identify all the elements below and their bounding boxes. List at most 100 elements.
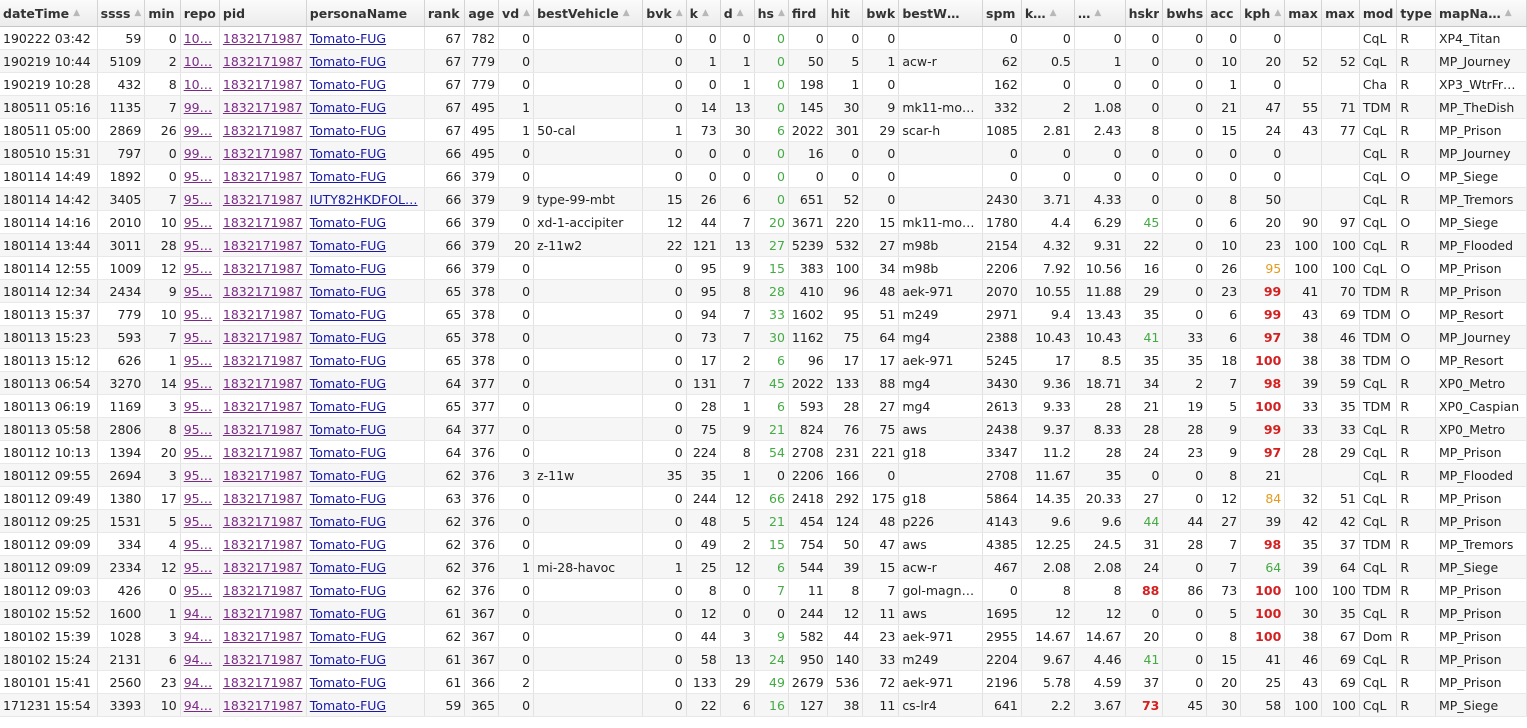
cell-pid[interactable]: 1832171987 (219, 118, 307, 142)
column-header-rank[interactable]: rank (424, 0, 466, 27)
cell-repo[interactable]: 95… (180, 440, 220, 464)
cell-pid[interactable]: 1832171987 (219, 486, 307, 510)
cell-pid[interactable]: 1832171987 (219, 141, 307, 165)
cell-personaName[interactable]: Tomato-FUG (306, 72, 425, 96)
cell-repo[interactable]: 99… (180, 95, 220, 119)
cell-repo[interactable]: 99… (180, 118, 220, 142)
table-row[interactable]: 190222 03:42 59 0 10… 1832171987 Tomato-FUG 67… (0, 26, 1527, 50)
table-row[interactable]: 180112 09:55 2694 3 95… 1832171987 Tomato-FUG… (0, 463, 1527, 487)
column-header-personaName[interactable]: personaName (306, 0, 425, 27)
cell-repo[interactable]: 95… (180, 256, 220, 280)
cell-repo[interactable]: 95… (180, 233, 220, 257)
column-header-hit[interactable]: hit (827, 0, 864, 27)
cell-pid[interactable]: 1832171987 (219, 440, 307, 464)
cell-personaName[interactable]: Tomato-FUG (306, 279, 425, 303)
table-row[interactable]: 180102 15:24 2131 6 94… 1832171987 Tomato-FUG… (0, 647, 1527, 671)
column-header-mod[interactable]: mod (1359, 0, 1398, 27)
cell-pid[interactable]: 1832171987 (219, 72, 307, 96)
cell-pid[interactable]: 1832171987 (219, 417, 307, 441)
cell-repo[interactable]: 94… (180, 624, 220, 648)
table-row[interactable]: 180113 15:23 593 7 95… 1832171987 Tomato-FUG 6… (0, 325, 1527, 349)
cell-personaName[interactable]: Tomato-FUG (306, 49, 425, 73)
cell-personaName[interactable]: Tomato-FUG (306, 325, 425, 349)
cell-pid[interactable]: 1832171987 (219, 601, 307, 625)
cell-pid[interactable]: 1832171987 (219, 325, 307, 349)
cell-pid[interactable]: 1832171987 (219, 49, 307, 73)
cell-personaName[interactable]: Tomato-FUG (306, 95, 425, 119)
sort-arrow-icon[interactable]: ▲ (676, 8, 683, 18)
table-row[interactable]: 180112 09:03 426 0 95… 1832171987 Tomato-FUG 6… (0, 578, 1527, 602)
table-row[interactable]: 180114 14:16 2010 10 95… 1832171987 Tomato-FU… (0, 210, 1527, 234)
cell-repo[interactable]: 99… (180, 141, 220, 165)
cell-pid[interactable]: 1832171987 (219, 578, 307, 602)
column-header-repo[interactable]: repo (180, 0, 220, 27)
cell-pid[interactable]: 1832171987 (219, 95, 307, 119)
table-row[interactable]: 180112 09:49 1380 17 95… 1832171987 Tomato-FU… (0, 486, 1527, 510)
cell-repo[interactable]: 10… (180, 72, 220, 96)
cell-personaName[interactable]: IUTY82HKDFOL… (306, 187, 425, 211)
cell-personaName[interactable]: Tomato-FUG (306, 417, 425, 441)
cell-pid[interactable]: 1832171987 (219, 693, 307, 717)
cell-repo[interactable]: 95… (180, 210, 220, 234)
cell-personaName[interactable]: Tomato-FUG (306, 509, 425, 533)
cell-pid[interactable]: 1832171987 (219, 647, 307, 671)
cell-repo[interactable]: 95… (180, 325, 220, 349)
cell-personaName[interactable]: Tomato-FUG (306, 233, 425, 257)
column-header-max1[interactable]: max (1284, 0, 1323, 27)
column-header-hs[interactable]: hs ▲ (754, 0, 789, 27)
cell-personaName[interactable]: Tomato-FUG (306, 463, 425, 487)
cell-repo[interactable]: 95… (180, 394, 220, 418)
cell-personaName[interactable]: Tomato-FUG (306, 164, 425, 188)
table-row[interactable]: 180113 06:54 3270 14 95… 1832171987 Tomato-FU… (0, 371, 1527, 395)
cell-personaName[interactable]: Tomato-FUG (306, 440, 425, 464)
sort-arrow-icon[interactable]: ▲ (623, 8, 630, 18)
table-row[interactable]: 180112 09:09 334 4 95… 1832171987 Tomato-FUG 6… (0, 532, 1527, 556)
sort-arrow-icon[interactable]: ▲ (1050, 8, 1057, 18)
column-header-type[interactable]: type (1396, 0, 1436, 27)
column-header-hskr[interactable]: hskr (1125, 0, 1164, 27)
cell-personaName[interactable]: Tomato-FUG (306, 486, 425, 510)
cell-personaName[interactable]: Tomato-FUG (306, 394, 425, 418)
cell-personaName[interactable]: Tomato-FUG (306, 578, 425, 602)
table-row[interactable]: 180511 05:00 2869 26 99… 1832171987 Tomato-FU… (0, 118, 1527, 142)
cell-pid[interactable]: 1832171987 (219, 509, 307, 533)
sort-arrow-icon[interactable]: ▲ (523, 8, 530, 18)
cell-pid[interactable]: 1832171987 (219, 371, 307, 395)
column-header-vd[interactable]: vd ▲ (498, 0, 535, 27)
table-row[interactable]: 180114 14:49 1892 0 95… 1832171987 Tomato-FUG… (0, 164, 1527, 188)
table-row[interactable]: 180113 15:37 779 10 95… 1832171987 Tomato-FUG… (0, 302, 1527, 326)
column-header-acc[interactable]: acc (1206, 0, 1242, 27)
cell-pid[interactable]: 1832171987 (219, 279, 307, 303)
cell-repo[interactable]: 95… (180, 555, 220, 579)
cell-pid[interactable]: 1832171987 (219, 555, 307, 579)
column-header-kph[interactable]: kph ▲ (1240, 0, 1286, 27)
column-header-mapName[interactable]: mapNa… ▲ (1435, 0, 1527, 27)
cell-repo[interactable]: 95… (180, 187, 220, 211)
cell-repo[interactable]: 94… (180, 670, 220, 694)
cell-repo[interactable]: 95… (180, 578, 220, 602)
cell-pid[interactable]: 1832171987 (219, 670, 307, 694)
cell-personaName[interactable]: Tomato-FUG (306, 601, 425, 625)
cell-personaName[interactable]: Tomato-FUG (306, 532, 425, 556)
cell-personaName[interactable]: Tomato-FUG (306, 348, 425, 372)
table-row[interactable]: 180511 05:16 1135 7 99… 1832171987 Tomato-FUG… (0, 95, 1527, 119)
cell-personaName[interactable]: Tomato-FUG (306, 624, 425, 648)
cell-personaName[interactable]: Tomato-FUG (306, 670, 425, 694)
cell-pid[interactable]: 1832171987 (219, 256, 307, 280)
column-header-bestW[interactable]: bestW… (898, 0, 983, 27)
cell-pid[interactable]: 1832171987 (219, 348, 307, 372)
table-row[interactable]: 180114 13:44 3011 28 95… 1832171987 Tomato-FU… (0, 233, 1527, 257)
table-row[interactable]: 190219 10:44 5109 2 10… 1832171987 Tomato-FUG… (0, 49, 1527, 73)
cell-repo[interactable]: 94… (180, 647, 220, 671)
cell-pid[interactable]: 1832171987 (219, 394, 307, 418)
table-row[interactable]: 180113 15:12 626 1 95… 1832171987 Tomato-FUG 6… (0, 348, 1527, 372)
column-header-k[interactable]: k ▲ (686, 0, 721, 27)
table-row[interactable]: 190219 10:28 432 8 10… 1832171987 Tomato-FUG 6… (0, 72, 1527, 96)
sort-arrow-icon[interactable]: ▲ (73, 8, 80, 18)
sort-arrow-icon[interactable]: ▲ (134, 8, 141, 18)
column-header-dateTime[interactable]: dateTime ▲ (0, 0, 98, 27)
sort-arrow-icon[interactable]: ▲ (737, 8, 744, 18)
cell-pid[interactable]: 1832171987 (219, 532, 307, 556)
cell-repo[interactable]: 95… (180, 302, 220, 326)
cell-repo[interactable]: 95… (180, 164, 220, 188)
